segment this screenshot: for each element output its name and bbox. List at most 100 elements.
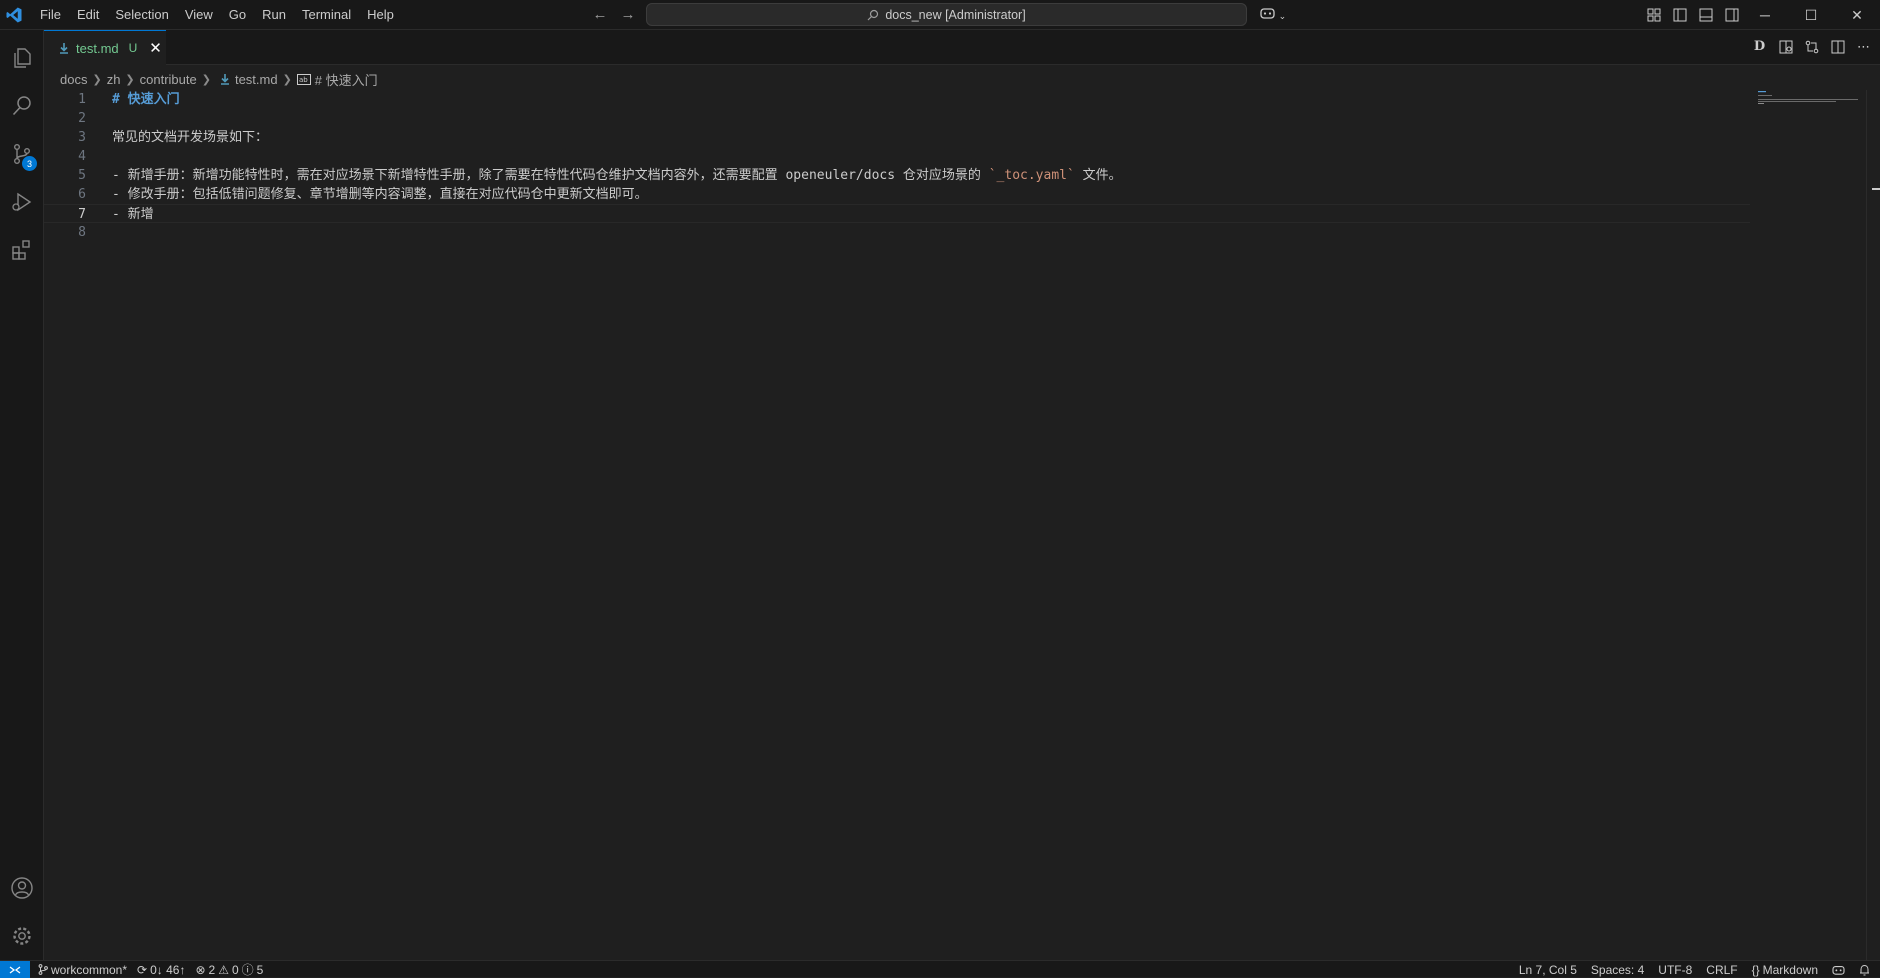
- copilot-icon: [1260, 8, 1275, 19]
- sync-counts: 0↓ 46↑: [150, 962, 186, 977]
- warning-count: 0: [231, 962, 239, 977]
- copilot-icon: [1832, 965, 1845, 975]
- close-window-icon[interactable]: ✕: [1834, 0, 1880, 30]
- editor-line: 2: [44, 109, 1750, 128]
- indentation[interactable]: Spaces: 4: [1591, 963, 1644, 977]
- search-icon: [867, 9, 879, 20]
- line-text: 常见的文档开发场景如下：: [112, 130, 269, 145]
- notifications-button[interactable]: [1859, 964, 1870, 976]
- chevron-down-icon: ⌄: [1278, 11, 1287, 21]
- open-changes-icon[interactable]: [1803, 38, 1820, 55]
- line-number: 8: [78, 225, 86, 240]
- language-mode[interactable]: {} Markdown: [1752, 963, 1818, 977]
- editor-line: 3 常见的文档开发场景如下：: [44, 128, 1750, 147]
- minimize-icon[interactable]: ─: [1742, 0, 1788, 30]
- menu-edit[interactable]: Edit: [69, 0, 107, 30]
- d-icon[interactable]: D: [1751, 38, 1768, 55]
- menu-bar: File Edit Selection View Go Run Terminal…: [32, 0, 402, 30]
- open-preview-icon[interactable]: [1777, 38, 1794, 55]
- editor-line: 1 # 快速入门: [44, 90, 1750, 109]
- gear-icon: [13, 927, 31, 945]
- chevron-right-icon: ❯: [125, 73, 135, 86]
- breadcrumb: docs ❯ zh ❯ contribute ❯ test.md ❯ ab # …: [60, 69, 378, 89]
- customize-layout-icon[interactable]: [1644, 5, 1664, 25]
- tab-label: test.md: [76, 40, 119, 56]
- breadcrumb-symbol[interactable]: # 快速入门: [315, 70, 378, 89]
- remote-indicator[interactable]: [0, 961, 30, 978]
- sync-icon: ⟳: [137, 962, 148, 977]
- editor-line: 8: [44, 223, 1750, 242]
- vscode-logo-icon: [6, 7, 22, 23]
- toggle-secondary-sidebar-icon[interactable]: [1722, 5, 1742, 25]
- editor-line: 5 - 新增手册：新增功能特性时，需在对应场景下新增特性手册，除了需要在特性代码…: [44, 166, 1750, 185]
- line-text-post: 文件。: [1074, 168, 1122, 183]
- breadcrumb-contribute[interactable]: contribute: [140, 72, 197, 87]
- run-debug-icon: [12, 192, 32, 212]
- copilot-button[interactable]: ⌄: [1260, 6, 1286, 22]
- svg-text:ab: ab: [299, 76, 308, 84]
- inline-code: `_toc.yaml`: [988, 168, 1075, 183]
- toggle-panel-icon[interactable]: [1696, 5, 1716, 25]
- breadcrumb-zh[interactable]: zh: [107, 72, 121, 87]
- editor-line-current: 7 - 新增: [44, 204, 1750, 223]
- line-text: - 修改手册：包括低错问题修复、章节增删等内容调整，直接在对应代码仓中更新文档即…: [112, 187, 648, 202]
- line-number: 5: [78, 168, 86, 183]
- command-center[interactable]: docs_new [Administrator]: [646, 3, 1247, 26]
- menu-help[interactable]: Help: [359, 0, 402, 30]
- end-of-line[interactable]: CRLF: [1706, 963, 1737, 977]
- problems-status[interactable]: ⊗ 2 ⚠ 0 ⓘ 5: [195, 961, 263, 978]
- line-text: - 新增: [112, 207, 154, 222]
- branch-icon: [38, 964, 48, 975]
- copilot-status[interactable]: [1832, 964, 1845, 975]
- manage-button[interactable]: [0, 914, 44, 958]
- status-bar: workcommon* ⟳ 0↓ 46↑ ⊗ 2 ⚠ 0 ⓘ 5 Ln 7, C…: [0, 960, 1880, 978]
- more-actions-icon[interactable]: ⋯: [1855, 38, 1872, 55]
- breadcrumb-test-md[interactable]: test.md: [235, 72, 278, 87]
- maximize-icon[interactable]: ☐: [1788, 0, 1834, 30]
- symbol-string-icon: ab: [296, 73, 311, 85]
- chevron-right-icon: ❯: [201, 73, 211, 86]
- toggle-primary-sidebar-icon[interactable]: [1670, 5, 1690, 25]
- menu-terminal[interactable]: Terminal: [294, 0, 359, 30]
- run-debug-button[interactable]: [0, 180, 44, 224]
- tab-git-status: U: [128, 41, 138, 55]
- explorer-button[interactable]: [0, 36, 44, 80]
- line-number: 6: [78, 187, 86, 202]
- remote-icon: [9, 965, 21, 974]
- info-icon: ⓘ: [241, 963, 254, 977]
- branch-status[interactable]: workcommon*: [38, 963, 127, 977]
- forward-arrow-icon[interactable]: →: [618, 5, 638, 25]
- account-icon: [11, 877, 33, 899]
- bell-icon: [1860, 964, 1869, 975]
- cursor-position[interactable]: Ln 7, Col 5: [1519, 963, 1577, 977]
- cursor-position-marker: [1872, 188, 1880, 190]
- line-text-pre: - 新增手册：新增功能特性时，需在对应场景下新增特性手册，除了需要在特性代码仓维…: [112, 168, 989, 183]
- editor-scrollbar[interactable]: [1866, 90, 1880, 960]
- tab-test-md[interactable]: test.md U ✕: [44, 30, 166, 65]
- minimap[interactable]: [1756, 90, 1866, 120]
- line-number: 4: [78, 149, 86, 164]
- menu-view[interactable]: View: [177, 0, 221, 30]
- search-button[interactable]: [0, 84, 44, 128]
- menu-run[interactable]: Run: [254, 0, 294, 30]
- source-control-badge: 3: [22, 156, 37, 171]
- sync-status[interactable]: ⟳ 0↓ 46↑: [137, 963, 185, 977]
- language-name: Markdown: [1762, 962, 1818, 977]
- line-number: 1: [78, 92, 86, 107]
- braces-icon: {}: [1751, 962, 1760, 977]
- menu-go[interactable]: Go: [221, 0, 254, 30]
- tab-bar: test.md U ✕ D ⋯: [44, 30, 1880, 65]
- close-icon[interactable]: ✕: [149, 39, 162, 57]
- split-editor-icon[interactable]: [1829, 38, 1846, 55]
- source-control-button[interactable]: 3: [0, 132, 44, 176]
- encoding[interactable]: UTF-8: [1658, 963, 1692, 977]
- menu-selection[interactable]: Selection: [107, 0, 176, 30]
- editor[interactable]: 1 # 快速入门 2 3 常见的文档开发场景如下： 4 5 - 新增手册：新增功…: [44, 90, 1880, 960]
- accounts-button[interactable]: [0, 866, 44, 910]
- breadcrumb-docs[interactable]: docs: [60, 72, 87, 87]
- search-icon: [12, 96, 31, 116]
- files-icon: [14, 48, 31, 68]
- menu-file[interactable]: File: [32, 0, 69, 30]
- back-arrow-icon[interactable]: ←: [590, 5, 610, 25]
- extensions-button[interactable]: [0, 228, 44, 272]
